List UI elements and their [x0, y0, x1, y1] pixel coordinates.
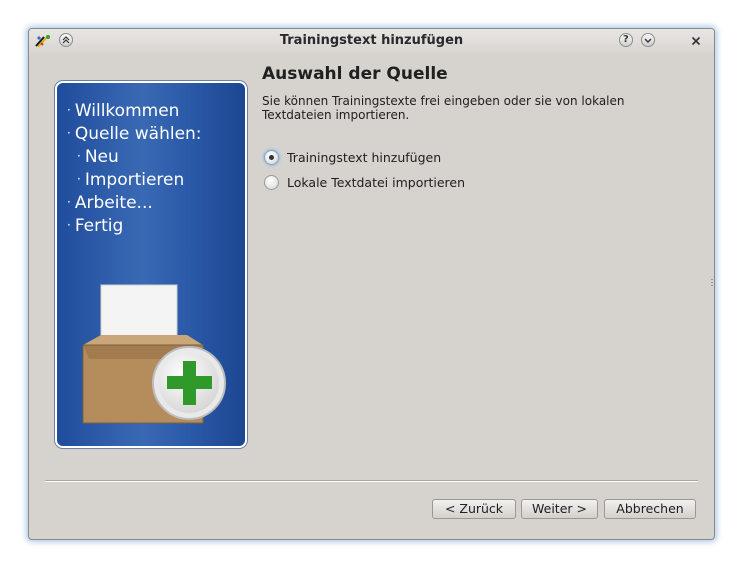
option-label: Lokale Textdatei importieren: [287, 174, 466, 190]
step-item-arbeite: · Arbeite...: [67, 193, 153, 213]
step-label: Quelle wählen:: [74, 124, 202, 144]
step-item-fertig: · Fertig: [67, 216, 124, 236]
step-item-importieren: · Importieren: [77, 170, 185, 190]
step-list: · Willkommen · Quelle wählen: · Neu · Import…: [67, 99, 202, 237]
wizard-window: Trainingstext hinzufügen ? · Willkommen ·…: [28, 28, 715, 540]
step-item-willkommen: · Willkommen: [67, 101, 180, 121]
page-description: Sie können Trainingstexte frei eingeben …: [262, 94, 625, 122]
radio-add-training-text[interactable]: [264, 149, 279, 165]
step-label: Arbeite...: [74, 193, 153, 213]
button-separator: [45, 480, 698, 482]
option-import-local-file[interactable]: Lokale Textdatei importieren: [264, 173, 465, 191]
minimize-icon[interactable]: [641, 33, 655, 47]
help-icon[interactable]: ?: [619, 33, 633, 47]
window-title: Trainingstext hinzufügen: [279, 33, 464, 48]
step-item-neu: · Neu: [77, 147, 119, 167]
wizard-sidebar: · Willkommen · Quelle wählen: · Neu · Import…: [55, 81, 247, 448]
option-add-training-text[interactable]: Trainingstext hinzufügen: [264, 148, 441, 166]
step-label: Neu: [84, 147, 119, 167]
step-label: Willkommen: [74, 101, 180, 121]
page-title: Auswahl der Quelle: [262, 64, 448, 84]
back-button[interactable]: < Zurück: [432, 499, 516, 519]
add-document-box-icon: [79, 279, 229, 433]
title-bar[interactable]: Trainingstext hinzufügen ?: [29, 29, 714, 53]
radio-import-local-file[interactable]: [264, 174, 279, 190]
resize-grip[interactable]: [711, 279, 713, 287]
option-label: Trainingstext hinzufügen: [287, 149, 442, 165]
step-item-quelle: · Quelle wählen:: [67, 124, 202, 144]
step-label: Fertig: [74, 216, 124, 236]
close-icon[interactable]: [689, 33, 703, 47]
cancel-button[interactable]: Abbrechen: [604, 499, 696, 519]
help-glyph: ?: [623, 34, 629, 45]
step-label: Importieren: [84, 170, 185, 190]
next-button[interactable]: Weiter >: [521, 499, 598, 519]
